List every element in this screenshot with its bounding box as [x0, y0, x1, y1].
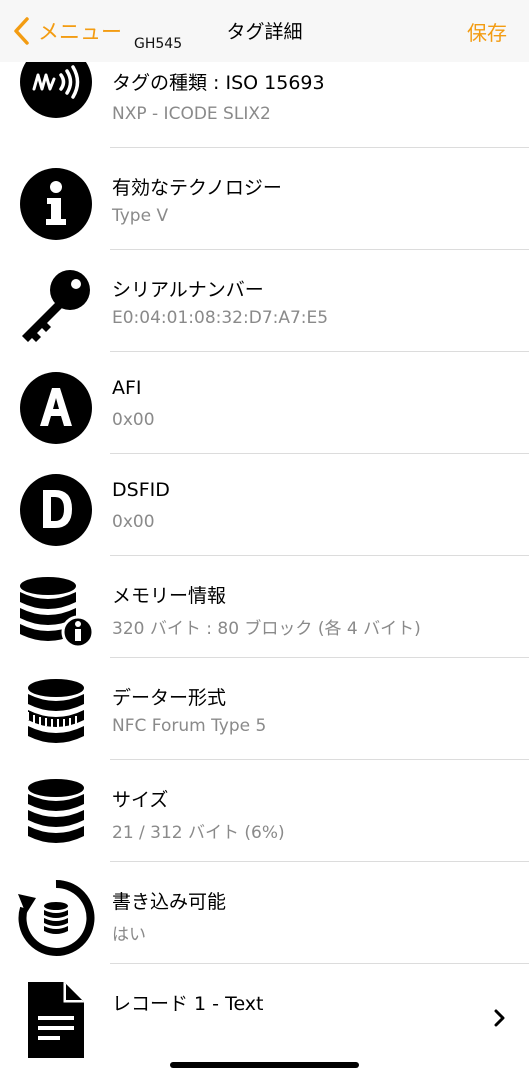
row-title: データー形式	[112, 687, 227, 709]
back-label: メニュー	[38, 20, 122, 44]
row-title: 有効なテクノロジー	[112, 177, 282, 199]
row-value: NFC Forum Type 5	[112, 716, 267, 736]
row-title: レコード 1 - Text	[112, 993, 264, 1015]
row-title: シリアルナンバー	[112, 279, 264, 301]
list-item-size[interactable]: サイズ 21 / 312 バイト (6%)	[0, 760, 529, 862]
database-format-icon	[16, 674, 96, 754]
list-item-memory-info[interactable]: メモリー情報 320 バイト : 80 ブロック (各 4 バイト)	[0, 556, 529, 658]
list-item-data-format[interactable]: データー形式 NFC Forum Type 5	[0, 658, 529, 760]
chevron-left-icon	[14, 17, 29, 45]
row-value: はい	[112, 925, 146, 945]
letter-a-icon	[16, 368, 96, 448]
row-title: AFI	[112, 377, 142, 399]
database-icon	[16, 776, 96, 856]
row-title: DSFID	[112, 479, 170, 501]
row-title: 書き込み可能	[112, 891, 227, 913]
nav-subtitle: GH545	[134, 36, 183, 52]
row-value: 0x00	[112, 410, 155, 430]
key-icon	[16, 266, 96, 346]
navigation-bar: メニュー GH545 タグ詳細 保存	[0, 0, 529, 62]
row-value: 21 / 312 バイト (6%)	[112, 823, 285, 843]
document-icon	[16, 980, 96, 1060]
list-item-dsfid[interactable]: DSFID 0x00	[0, 454, 529, 556]
row-value: 0x00	[112, 512, 155, 532]
row-title: サイズ	[112, 789, 169, 811]
row-title: メモリー情報	[112, 585, 227, 607]
chevron-right-icon	[494, 1009, 505, 1027]
row-value: E0:04:01:08:32:D7:A7:E5	[112, 308, 329, 328]
list-item-record-1[interactable]: レコード 1 - Text	[0, 964, 529, 1066]
home-indicator[interactable]	[170, 1062, 359, 1068]
row-value: 320 バイト : 80 ブロック (各 4 バイト)	[112, 619, 421, 639]
letter-d-icon	[16, 470, 96, 550]
rewrite-icon	[16, 878, 96, 958]
row-title: タグの種類 : ISO 15693	[112, 72, 325, 94]
list-item-technology[interactable]: 有効なテクノロジー Type V	[0, 148, 529, 250]
list-item-writable[interactable]: 書き込み可能 はい	[0, 862, 529, 964]
database-info-icon	[16, 572, 96, 652]
save-button[interactable]: 保存	[467, 17, 507, 46]
back-button[interactable]: メニュー	[12, 14, 122, 48]
row-value: Type V	[112, 206, 169, 226]
tag-detail-list: タグの種類 : ISO 15693 NXP - ICODE SLIX2 有効なテ…	[0, 46, 529, 1066]
info-icon	[16, 164, 96, 244]
row-value: NXP - ICODE SLIX2	[112, 104, 271, 124]
list-item-serial-number[interactable]: シリアルナンバー E0:04:01:08:32:D7:A7:E5	[0, 250, 529, 352]
list-item-afi[interactable]: AFI 0x00	[0, 352, 529, 454]
